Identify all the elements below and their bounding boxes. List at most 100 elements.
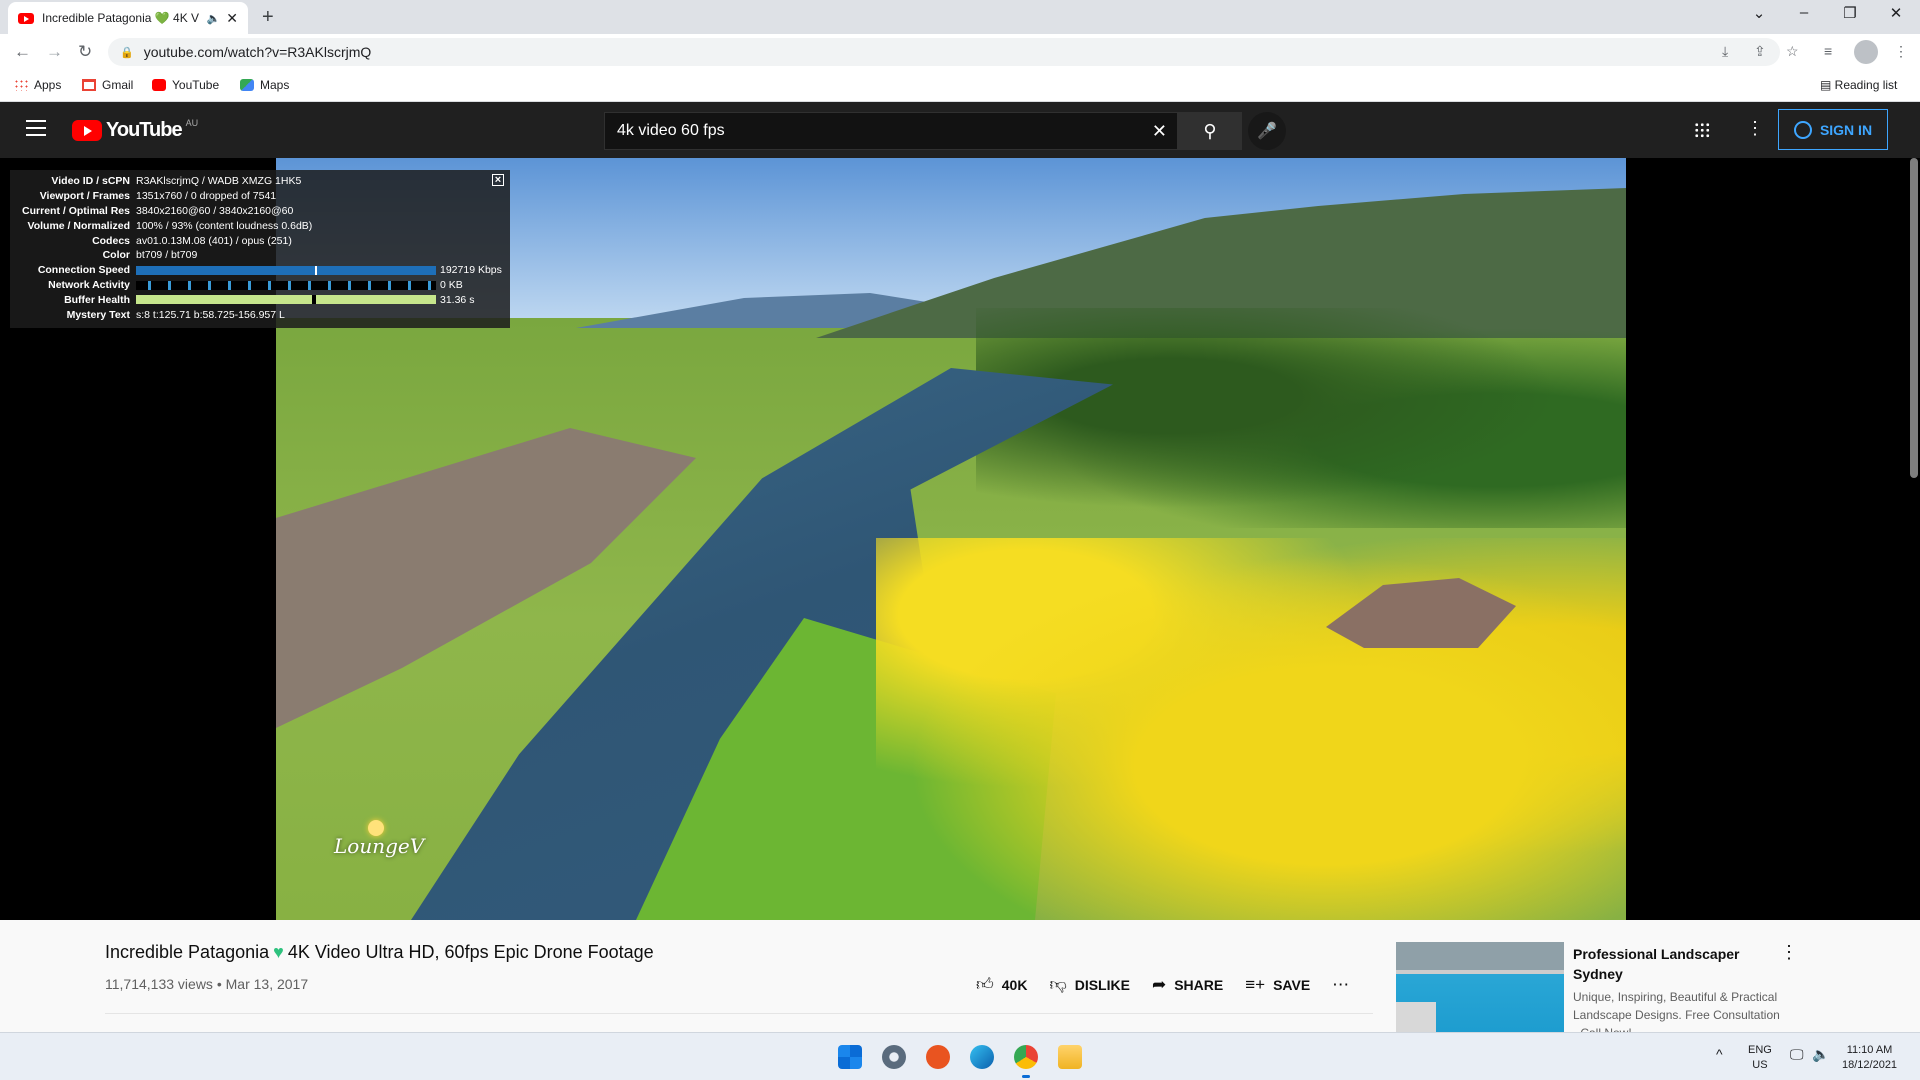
stats-row: Network Activity 0 KB xyxy=(48,278,463,291)
taskbar: ^ ENG US 🖵 🔈 11:10 AM 18/12/2021 xyxy=(0,1032,1920,1080)
language-indicator[interactable]: ENG US xyxy=(1748,1043,1772,1073)
tab-strip: Incredible Patagonia 💚 4K V 🔈 ✕ + ⌄ – ❐ … xyxy=(0,0,1920,34)
save-button[interactable]: ≡+ SAVE xyxy=(1245,975,1310,995)
bookmark-star-icon[interactable]: ☆ xyxy=(1786,43,1799,60)
close-stats-button[interactable]: × xyxy=(492,174,504,186)
channel-watermark: LoungeV xyxy=(334,820,424,858)
tab-search-icon[interactable]: ⌄ xyxy=(1736,4,1782,22)
tab-title: Incredible Patagonia 💚 4K V xyxy=(42,11,200,25)
bookmark-maps[interactable]: Maps xyxy=(240,78,289,92)
stats-for-nerds-panel: × Video ID / sCPN R3AKlscrjmQ / WADB XMZG… xyxy=(10,170,510,328)
forward-icon[interactable]: → xyxy=(46,42,63,62)
stats-row: Viewport / Frames 1351x760 / 0 dropped of… xyxy=(39,190,277,203)
reload-icon[interactable]: ↻ xyxy=(78,42,92,62)
chrome-menu-icon[interactable]: ⋮ xyxy=(1894,43,1908,60)
sign-in-button[interactable]: SIGN IN xyxy=(1778,109,1888,150)
microphone-icon: 🎤 xyxy=(1257,123,1277,140)
search-input[interactable]: 4k video 60 fps ✕ xyxy=(604,112,1178,150)
like-button[interactable]: 👍︎ 40K xyxy=(976,974,1027,995)
view-count: 11,714,133 views xyxy=(105,976,213,992)
upload-date: Mar 13, 2017 xyxy=(225,976,309,992)
ad-thumbnail[interactable] xyxy=(1396,942,1564,1036)
bookmarks-bar: Apps Gmail YouTube Maps ▤ Reading list xyxy=(0,70,1920,102)
lock-icon[interactable]: 🔒 xyxy=(120,46,134,59)
restore-button[interactable]: ❐ xyxy=(1827,4,1873,22)
chrome-icon[interactable] xyxy=(1014,1045,1038,1069)
stats-row: Color bt709 / bt709 xyxy=(102,249,198,262)
stats-row: Video ID / sCPN R3AKlscrjmQ / WADB XMZG 1… xyxy=(51,175,302,188)
settings-icon[interactable] xyxy=(882,1045,906,1069)
stats-row: Volume / Normalized 100% / 93% (content l… xyxy=(27,219,313,232)
settings-more-icon[interactable]: ⋮ xyxy=(1746,118,1764,139)
youtube-header: YouTube AU 4k video 60 fps ✕ ⚲ 🎤 ⋮ SIGN … xyxy=(0,102,1920,158)
more-horizontal-icon: ⋯ xyxy=(1332,974,1350,994)
share-button[interactable]: ➦ SHARE xyxy=(1152,975,1223,995)
scrollbar-thumb[interactable] xyxy=(1910,158,1918,478)
url-text[interactable]: youtube.com/watch?v=R3AKlscrjmQ xyxy=(144,44,372,60)
minimize-button[interactable]: – xyxy=(1781,4,1827,21)
bookmark-youtube[interactable]: YouTube xyxy=(152,78,219,92)
sun-logo-icon xyxy=(368,820,384,836)
youtube-app: YouTube AU 4k video 60 fps ✕ ⚲ 🎤 ⋮ SIGN … xyxy=(0,102,1920,1032)
playlist-add-icon: ≡+ xyxy=(1245,974,1266,994)
address-bar[interactable]: 🔒 youtube.com/watch?v=R3AKlscrjmQ xyxy=(108,38,1780,66)
youtube-logo[interactable]: YouTube AU xyxy=(72,117,199,142)
speaker-icon[interactable]: 🔈 xyxy=(207,12,221,25)
video-actions: 👍︎ 40K 👎︎ DISLIKE ➦ SHARE ≡+ SAVE ⋯ xyxy=(976,974,1349,995)
connection-speed-graph xyxy=(136,265,436,275)
apps-grid-icon xyxy=(14,79,28,91)
region-code: AU xyxy=(185,117,199,128)
bookmark-gmail[interactable]: Gmail xyxy=(82,78,133,92)
ad-title[interactable]: Professional Landscaper Sydney xyxy=(1573,944,1773,984)
dislike-button[interactable]: 👎︎ DISLIKE xyxy=(1049,974,1130,995)
file-explorer-icon[interactable] xyxy=(1058,1045,1082,1069)
video-info: Incredible Patagonia ♥ 4K Video Ultra HD, … xyxy=(0,920,1920,1040)
clock[interactable]: 11:10 AM 18/12/2021 xyxy=(1842,1043,1897,1073)
video-title: Incredible Patagonia ♥ 4K Video Ultra HD, … xyxy=(105,942,654,962)
youtube-icon xyxy=(152,79,166,91)
account-icon xyxy=(1793,120,1812,139)
close-window-button[interactable]: ✕ xyxy=(1873,4,1919,22)
ad-more-icon[interactable]: ⋮ xyxy=(1780,942,1798,963)
green-heart-icon: ♥ xyxy=(273,942,284,962)
gmail-icon xyxy=(82,79,96,91)
new-tab-button[interactable]: + xyxy=(262,6,274,29)
maps-icon xyxy=(240,79,254,91)
share-icon: ➦ xyxy=(1151,974,1167,994)
back-icon[interactable]: ← xyxy=(14,42,31,62)
profile-avatar[interactable] xyxy=(1854,40,1878,64)
browser-tab[interactable]: Incredible Patagonia 💚 4K V 🔈 ✕ xyxy=(8,2,248,34)
divider xyxy=(105,1013,1373,1014)
stats-row: Connection Speed 192719 Kbps xyxy=(37,264,502,277)
apps-icon[interactable] xyxy=(1694,122,1710,138)
browser-toolbar: ← → ↻ 🔒 youtube.com/watch?v=R3AKlscrjmQ … xyxy=(0,34,1920,70)
install-icon[interactable]: ⤓ xyxy=(1722,43,1728,60)
reading-list-button[interactable]: ▤ Reading list xyxy=(1820,78,1897,92)
edge-icon[interactable] xyxy=(970,1045,994,1069)
stats-row: Buffer Health 31.36 s xyxy=(64,293,475,306)
voice-search-button[interactable]: 🎤 xyxy=(1248,112,1286,150)
search-button[interactable]: ⚲ xyxy=(1178,112,1242,150)
tab-close-icon[interactable]: ✕ xyxy=(226,10,238,27)
active-app-indicator xyxy=(1022,1075,1030,1078)
thumbs-up-icon: 👍︎ xyxy=(976,975,994,994)
search-icon: ⚲ xyxy=(1203,120,1217,141)
tray-overflow-icon[interactable]: ^ xyxy=(1716,1047,1723,1062)
youtube-favicon-icon xyxy=(18,12,34,24)
network-icon[interactable]: 🖵 xyxy=(1790,1047,1804,1062)
search-query[interactable]: 4k video 60 fps xyxy=(617,122,725,140)
youtube-play-icon xyxy=(72,120,102,141)
bookmark-apps[interactable]: Apps xyxy=(14,78,61,92)
menu-icon[interactable] xyxy=(26,120,46,136)
stats-row: Current / Optimal Res 3840x2160@60 / 3840… xyxy=(22,204,294,217)
media-control-icon[interactable]: ≡ xyxy=(1824,43,1832,59)
share-page-icon[interactable]: ⇪ xyxy=(1754,43,1766,60)
stats-row: Codecs av01.0.13M.08 (401) / opus (251) xyxy=(92,234,292,247)
volume-icon[interactable]: 🔈 xyxy=(1812,1047,1829,1062)
reading-list-icon: ▤ xyxy=(1820,78,1835,92)
clear-search-icon[interactable]: ✕ xyxy=(1152,121,1167,142)
start-icon[interactable] xyxy=(838,1045,862,1069)
more-actions-button[interactable]: ⋯ xyxy=(1332,975,1349,995)
ubuntu-icon[interactable] xyxy=(926,1045,950,1069)
buffer-health-graph xyxy=(136,295,436,305)
